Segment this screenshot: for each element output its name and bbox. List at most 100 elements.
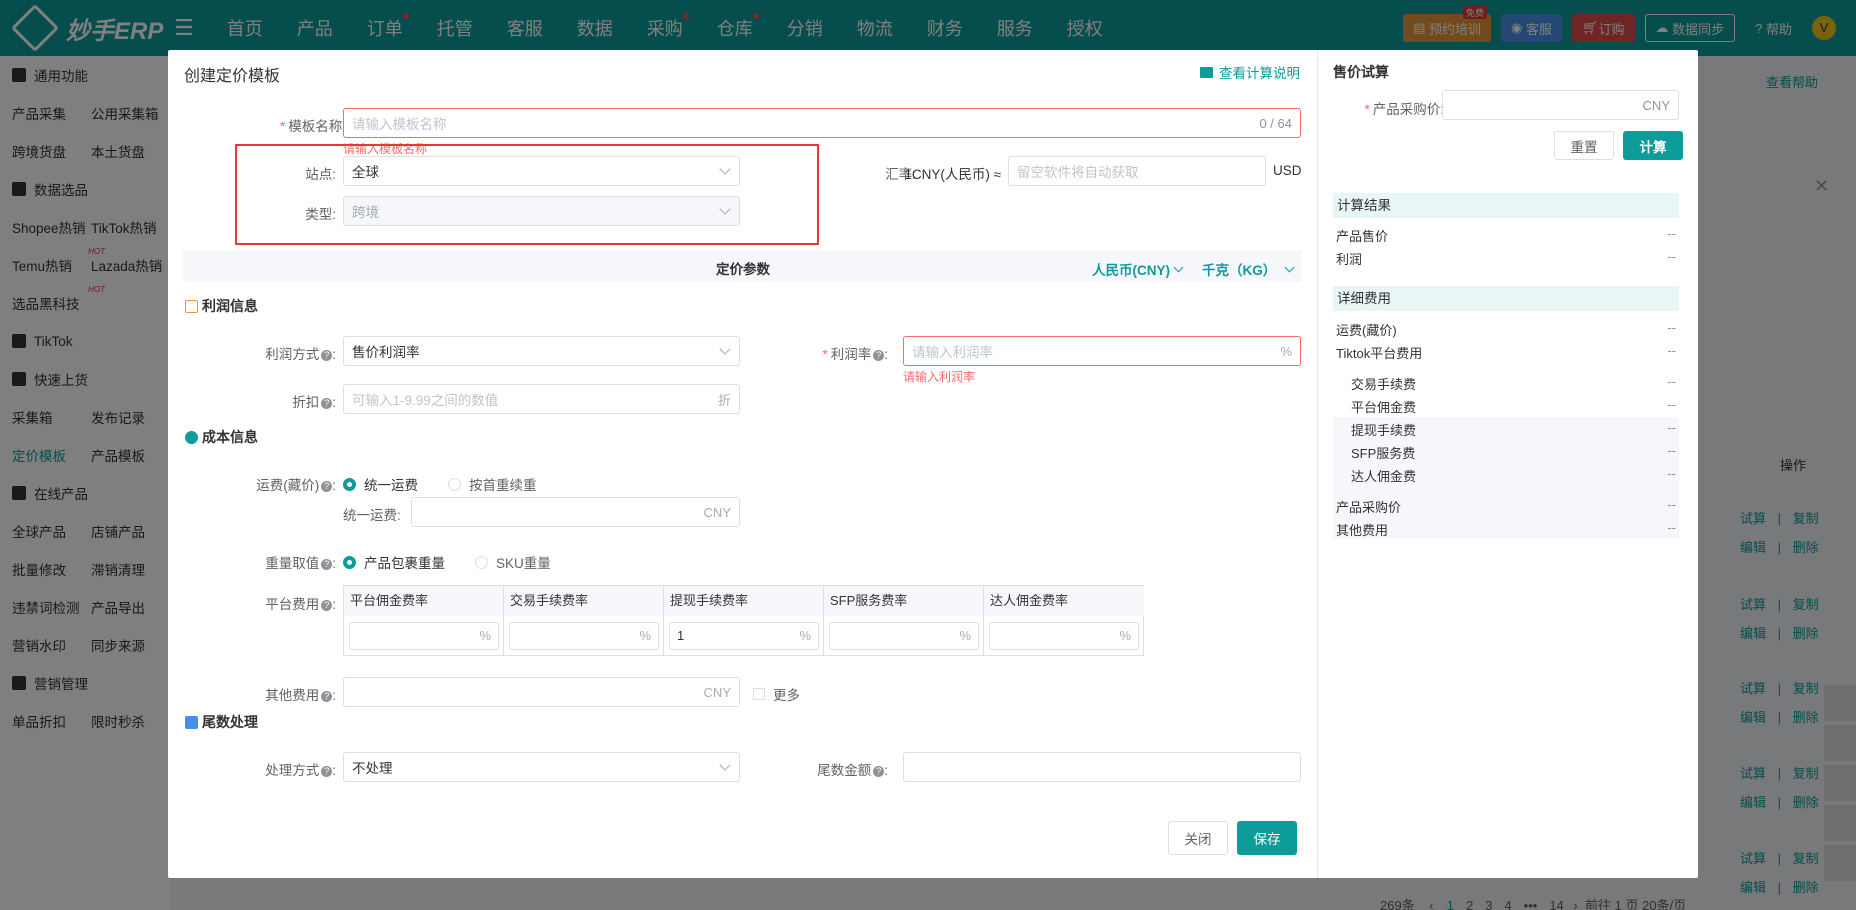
- fee-rate-input[interactable]: %: [509, 622, 659, 650]
- help-icon: ?: [321, 480, 333, 492]
- fee-rate-input[interactable]: %: [829, 622, 979, 650]
- currency-select[interactable]: 人民币(CNY): [1092, 259, 1184, 279]
- result-row: 利润 --: [1336, 249, 1676, 268]
- create-pricing-template-modal: 创建定价模板 查看计算说明 * 模板名称: 请输入模板名称 0 / 64 请输入模板…: [168, 50, 1698, 878]
- percent-suffix: %: [639, 628, 651, 643]
- help-icon: ?: [321, 765, 333, 777]
- calculate-button[interactable]: 计算: [1623, 131, 1683, 160]
- save-button[interactable]: 保存: [1237, 821, 1297, 855]
- profit-rate-label: * 利润率?:: [822, 347, 888, 362]
- result-key: 产品采购价: [1336, 500, 1402, 515]
- result-value: --: [1667, 397, 1676, 412]
- cny-suffix: CNY: [703, 684, 731, 700]
- result-row: 平台佣金费 --: [1351, 397, 1676, 416]
- result-value: --: [1667, 343, 1676, 358]
- fee-rate-input[interactable]: 1%: [669, 622, 819, 650]
- unit-select[interactable]: 千克（KG）: [1202, 259, 1295, 279]
- result-row: Tiktok平台费用 --: [1336, 343, 1676, 362]
- cny-suffix: CNY: [703, 504, 731, 520]
- cost-icon: [185, 430, 198, 444]
- name-placeholder: 请输入模板名称: [352, 117, 447, 132]
- radio-icon: [475, 555, 488, 569]
- fee-rate-input[interactable]: %: [989, 622, 1139, 650]
- calc-explain-link[interactable]: 查看计算说明: [1200, 62, 1300, 82]
- chevron-down-icon: [719, 343, 731, 355]
- detail-title: 详细费用: [1333, 286, 1679, 311]
- modal-title: 创建定价模板: [184, 68, 281, 85]
- weight-sku-radio[interactable]: SKU重量: [475, 552, 551, 572]
- profit-icon: [185, 299, 198, 313]
- result-row: SFP服务费 --: [1351, 443, 1676, 462]
- discount-suffix: 折: [717, 392, 731, 408]
- unified-shipping-label: 统一运费:: [343, 508, 401, 523]
- platform-fee-table: 平台佣金费率% 交易手续费率% 提现手续费率 1% SFP服务费率% 达人佣金费率%: [343, 585, 1144, 656]
- result-row: 产品采购价 --: [1336, 497, 1676, 516]
- percent-suffix: %: [1280, 343, 1292, 359]
- close-button[interactable]: 关闭: [1168, 821, 1228, 855]
- reset-button[interactable]: 重置: [1554, 131, 1614, 160]
- radio-checked-icon: [343, 477, 356, 491]
- cost-price-input[interactable]: CNY: [1442, 90, 1679, 120]
- tail-amount-label: 尾数金额?:: [817, 763, 888, 778]
- shipping-unified-radio[interactable]: 统一运费: [343, 474, 418, 494]
- type-value: 跨境: [352, 205, 379, 220]
- panel-divider: [1317, 50, 1318, 878]
- chevron-down-icon: [719, 759, 731, 771]
- radio-checked-icon: [343, 555, 356, 569]
- cost-section-label: 成本信息: [202, 429, 258, 445]
- trial-title: 售价试算: [1333, 64, 1389, 80]
- chevron-down-icon: [719, 203, 731, 215]
- fee-col-3: SFP服务费率%: [824, 586, 984, 655]
- shipping-label: 运费(藏价)?:: [256, 478, 336, 493]
- platform-fee-label: 平台费用?:: [265, 597, 336, 612]
- other-fee-input[interactable]: CNY: [343, 677, 740, 707]
- profit-method-label: 利润方式?:: [265, 347, 336, 362]
- profit-rate-input[interactable]: 请输入利润率%: [903, 336, 1301, 366]
- percent-suffix: %: [959, 628, 971, 643]
- fee-rate-input[interactable]: %: [349, 622, 499, 650]
- cost-price-label: * 产品采购价:: [1364, 102, 1444, 117]
- result-value: --: [1667, 420, 1676, 435]
- shipping-weight-radio[interactable]: 按首重续重: [448, 474, 537, 494]
- cny-suffix: CNY: [1642, 97, 1670, 113]
- tail-method-select[interactable]: 不处理: [343, 752, 740, 782]
- name-label: * 模板名称:: [279, 119, 346, 134]
- result-key: 交易手续费: [1351, 377, 1417, 392]
- site-label: 站点:: [305, 167, 336, 182]
- result-row: 运费(藏价) --: [1336, 320, 1676, 339]
- fee-col-0: 平台佣金费率%: [344, 586, 504, 655]
- template-name-input[interactable]: 请输入模板名称 0 / 64: [343, 108, 1301, 138]
- result-key: SFP服务费: [1351, 446, 1416, 461]
- result-key: 运费(藏价): [1336, 323, 1397, 338]
- unit-value: 千克（KG）: [1202, 263, 1277, 278]
- checkbox-icon: [753, 688, 765, 700]
- package-weight-label: 产品包裹重量: [364, 556, 445, 571]
- result-value: --: [1667, 497, 1676, 512]
- book-icon: [1200, 66, 1213, 78]
- profit-rate-error: 请输入利润率: [903, 370, 976, 384]
- fee-col-1: 交易手续费率%: [504, 586, 664, 655]
- fee-col-header: 提现手续费率: [664, 586, 823, 616]
- result-key: 达人佣金费: [1351, 469, 1417, 484]
- help-icon: ?: [321, 558, 333, 570]
- help-icon: ?: [873, 765, 885, 777]
- params-title: 定价参数: [716, 262, 770, 277]
- discount-input[interactable]: 可输入1-9.99之间的数值 折: [343, 384, 740, 414]
- result-row: 提现手续费 --: [1351, 420, 1676, 439]
- tail-section-label: 尾数处理: [202, 714, 258, 730]
- chevron-down-icon: [719, 163, 731, 175]
- site-select[interactable]: 全球: [343, 156, 740, 186]
- help-icon: ?: [321, 690, 333, 702]
- exchange-rate-input[interactable]: 留空软件将自动获取: [1008, 156, 1266, 186]
- currency-value: 人民币(CNY): [1092, 263, 1170, 278]
- fee-col-header: 交易手续费率: [504, 586, 663, 616]
- weight-package-radio[interactable]: 产品包裹重量: [343, 552, 445, 572]
- fee-col-header: 平台佣金费率: [344, 586, 503, 616]
- unified-shipping-input[interactable]: CNY: [411, 497, 740, 527]
- more-checkbox[interactable]: 更多: [753, 684, 800, 704]
- tail-amount-input[interactable]: [903, 752, 1301, 782]
- fee-col-2: 提现手续费率 1%: [664, 586, 824, 655]
- fee-col-4: 达人佣金费率%: [984, 586, 1144, 655]
- result-value: --: [1667, 226, 1676, 241]
- profit-method-select[interactable]: 售价利润率: [343, 336, 740, 366]
